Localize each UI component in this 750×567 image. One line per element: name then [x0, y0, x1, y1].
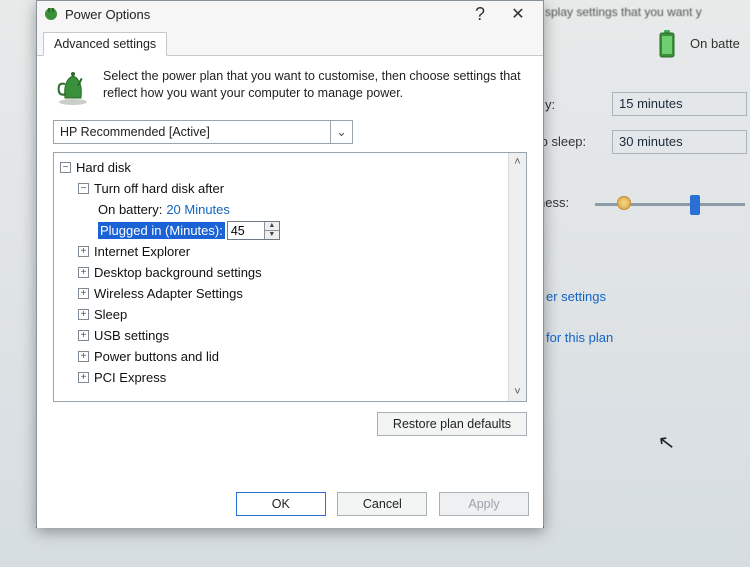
tree-wireless-adapter[interactable]: Wireless Adapter Settings — [94, 286, 243, 301]
tabstrip: Advanced settings — [37, 27, 543, 56]
scroll-down-icon[interactable]: ˅ — [509, 383, 526, 401]
on-battery-label[interactable]: On battery: — [98, 202, 162, 217]
on-battery-header: On batte — [690, 36, 740, 51]
tree-hard-disk[interactable]: Hard disk — [76, 160, 131, 175]
spinner-up[interactable]: ▲ — [265, 222, 279, 231]
power-plan-select[interactable]: HP Recommended [Active] ⌄ — [53, 120, 353, 144]
ok-button[interactable]: OK — [236, 492, 326, 516]
expand-icon[interactable]: + — [78, 246, 89, 257]
power-plan-selected: HP Recommended [Active] — [54, 125, 330, 139]
bg-row1-label: y: — [545, 97, 555, 112]
expand-icon[interactable]: + — [78, 309, 89, 320]
tree-desktop-background[interactable]: Desktop background settings — [94, 265, 262, 280]
collapse-icon[interactable]: − — [60, 162, 71, 173]
kettle-power-icon — [53, 68, 93, 108]
power-options-dialog: Power Options ? ✕ Advanced settings Sele… — [36, 0, 544, 528]
cancel-button[interactable]: Cancel — [337, 492, 427, 516]
titlebar: Power Options ? ✕ — [37, 1, 543, 27]
collapse-icon[interactable]: − — [78, 183, 89, 194]
tree-scrollbar[interactable]: ˄ ˅ — [508, 153, 526, 401]
sun-icon — [617, 196, 631, 210]
sleep-timeout-dropdown[interactable]: 30 minutes — [612, 130, 747, 154]
plugged-in-value-input[interactable] — [228, 222, 264, 239]
restore-defaults-plan-link[interactable]: for this plan — [546, 330, 613, 345]
battery-icon — [658, 30, 676, 58]
expand-icon[interactable]: + — [78, 288, 89, 299]
tree-internet-explorer[interactable]: Internet Explorer — [94, 244, 190, 259]
power-plug-icon — [43, 6, 59, 22]
cursor-icon: ↖ — [656, 429, 676, 456]
tree-turn-off-hard-disk[interactable]: Turn off hard disk after — [94, 181, 224, 196]
tree-pci-express[interactable]: PCI Express — [94, 370, 166, 385]
restore-defaults-button[interactable]: Restore plan defaults — [377, 412, 527, 436]
brightness-slider[interactable] — [595, 196, 745, 212]
expand-icon[interactable]: + — [78, 351, 89, 362]
plugged-in-label[interactable]: Plugged in (Minutes): — [98, 222, 225, 239]
dialog-client-area: Select the power plan that you want to c… — [37, 56, 543, 528]
intro-text: Select the power plan that you want to c… — [103, 68, 527, 108]
apply-button: Apply — [439, 492, 529, 516]
power-settings-link[interactable]: er settings — [546, 289, 606, 304]
settings-tree: − Hard disk − Turn off hard disk after O… — [53, 152, 527, 402]
expand-icon[interactable]: + — [78, 330, 89, 341]
bg-heading-fragment: splay settings that you want y — [545, 5, 702, 19]
spinner-down[interactable]: ▼ — [265, 231, 279, 239]
scroll-up-icon[interactable]: ˄ — [509, 153, 526, 171]
tree-usb-settings[interactable]: USB settings — [94, 328, 169, 343]
tree-sleep[interactable]: Sleep — [94, 307, 127, 322]
tree-power-buttons-lid[interactable]: Power buttons and lid — [94, 349, 219, 364]
on-battery-value[interactable]: 20 Minutes — [166, 202, 230, 217]
dialog-title: Power Options — [65, 7, 461, 22]
display-timeout-dropdown[interactable]: 15 minutes — [612, 92, 747, 116]
bg-row2-label: to sleep: — [537, 134, 586, 149]
tab-advanced-settings[interactable]: Advanced settings — [43, 32, 167, 56]
close-button[interactable]: ✕ — [499, 4, 537, 24]
expand-icon[interactable]: + — [78, 372, 89, 383]
expand-icon[interactable]: + — [78, 267, 89, 278]
chevron-down-icon: ⌄ — [330, 121, 352, 143]
plugged-in-spinner[interactable]: ▲ ▼ — [227, 221, 280, 240]
help-button[interactable]: ? — [461, 4, 499, 25]
